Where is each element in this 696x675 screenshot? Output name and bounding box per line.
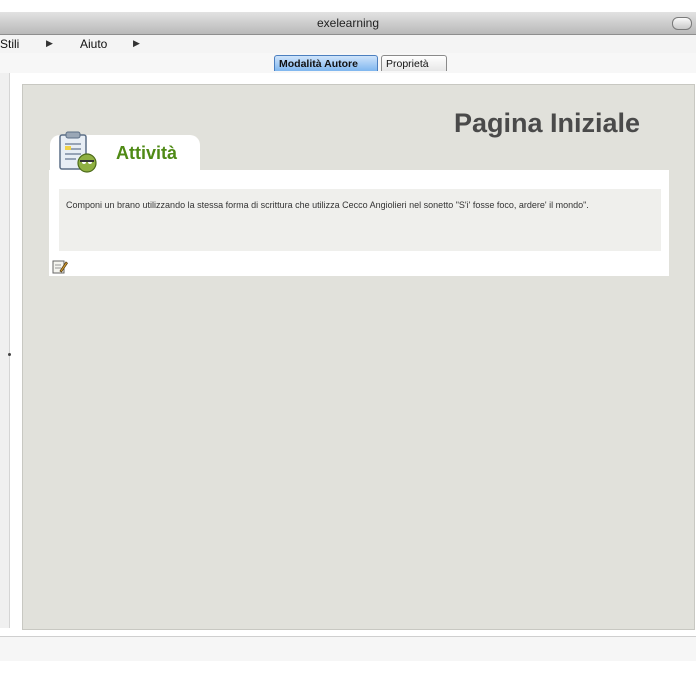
sidebar-handle-icon[interactable]: [8, 353, 11, 356]
clipboard-activity-icon: [59, 131, 97, 173]
tab-proprieta[interactable]: Proprietà: [381, 55, 447, 71]
menu-aiuto[interactable]: Aiuto: [80, 37, 107, 51]
window-title: exelearning: [316, 16, 380, 30]
left-sidebar-edge[interactable]: [0, 73, 10, 628]
page-title: Pagina Iniziale: [453, 108, 640, 138]
window-titlebar: exelearning: [0, 12, 696, 35]
status-bar: [0, 636, 696, 661]
tab-bar: Modalità Autore Proprietà: [0, 53, 696, 73]
edit-pencil-icon[interactable]: [52, 259, 68, 275]
zoom-button-icon[interactable]: [672, 17, 692, 30]
tab-modalita-autore[interactable]: Modalità Autore: [274, 55, 378, 71]
triangle-right-icon[interactable]: ▶: [133, 38, 140, 49]
triangle-right-icon[interactable]: ▶: [46, 38, 53, 49]
menu-bar: Stili ▶ Aiuto ▶: [0, 35, 696, 54]
menu-stili[interactable]: Stili: [0, 37, 19, 51]
activity-text: Componi un brano utilizzando la stessa f…: [66, 200, 589, 210]
idevice-title: Attività: [116, 143, 178, 163]
